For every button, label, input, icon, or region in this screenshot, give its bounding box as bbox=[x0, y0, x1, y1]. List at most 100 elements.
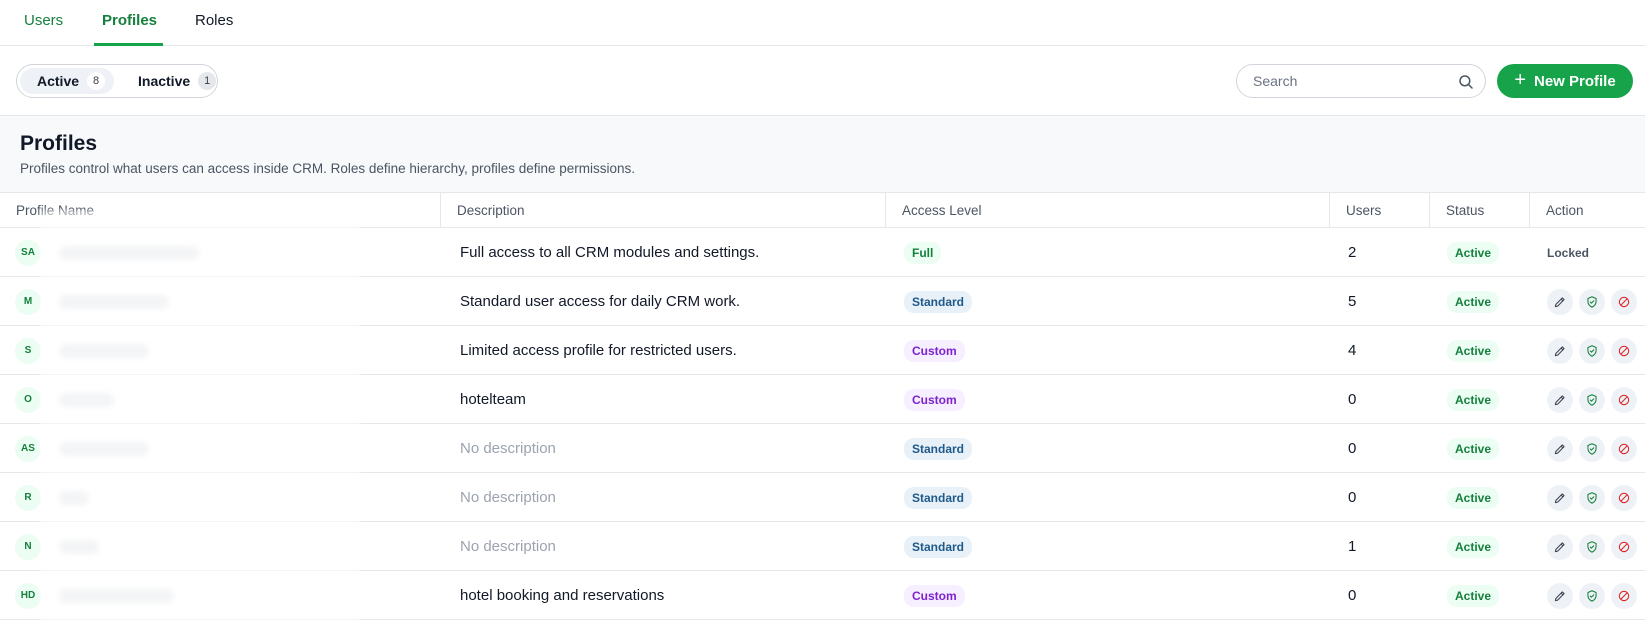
profile-name-cell: SA bbox=[0, 228, 441, 277]
avatar: S bbox=[15, 337, 41, 364]
ban-icon bbox=[1618, 541, 1630, 552]
permissions-button[interactable] bbox=[1579, 337, 1605, 364]
ban-icon bbox=[1618, 492, 1630, 503]
profile-name-cell: AS bbox=[0, 424, 441, 473]
header-status[interactable]: Status bbox=[1430, 193, 1530, 228]
filter-inactive-button[interactable]: Inactive 1 bbox=[121, 68, 217, 94]
search-box bbox=[1236, 64, 1486, 98]
shield-check-icon bbox=[1587, 491, 1597, 504]
status-badge: Active bbox=[1447, 290, 1500, 313]
table-row[interactable]: N No description Standard 1 Active bbox=[0, 522, 1645, 571]
access-level-badge: Standard bbox=[904, 290, 973, 313]
action-cell bbox=[1547, 277, 1645, 326]
header-description[interactable]: Description bbox=[441, 193, 886, 228]
users-count: 2 bbox=[1348, 244, 1357, 261]
edit-button[interactable] bbox=[1547, 484, 1573, 511]
filter-inactive-label: Inactive bbox=[138, 73, 191, 89]
search-icon[interactable] bbox=[1457, 73, 1475, 91]
description-text: Full access to all CRM modules and setti… bbox=[460, 244, 760, 261]
permissions-button[interactable] bbox=[1579, 582, 1605, 609]
avatar: HD bbox=[15, 582, 41, 609]
redacted-profile-name bbox=[59, 588, 174, 603]
search-input[interactable] bbox=[1253, 65, 1453, 97]
ban-icon bbox=[1618, 394, 1630, 405]
deactivate-button[interactable] bbox=[1611, 533, 1637, 560]
tab-users[interactable]: Users bbox=[16, 0, 71, 46]
table-row[interactable]: R No description Standard 0 Active bbox=[0, 473, 1645, 522]
users-cell: 0 bbox=[1348, 473, 1428, 522]
access-level-cell: Custom bbox=[904, 375, 1304, 424]
description-text: hotel booking and reservations bbox=[460, 587, 665, 604]
access-level-badge: Custom bbox=[904, 388, 965, 411]
status-badge: Active bbox=[1447, 437, 1500, 460]
deactivate-button[interactable] bbox=[1611, 484, 1637, 511]
redacted-profile-name bbox=[59, 343, 149, 358]
pencil-icon bbox=[1554, 590, 1565, 601]
permissions-button[interactable] bbox=[1579, 533, 1605, 560]
edit-button[interactable] bbox=[1547, 533, 1573, 560]
filter-active-button[interactable]: Active 8 bbox=[20, 68, 114, 94]
profiles-table: Profile Name Description Access Level Us… bbox=[0, 193, 1645, 620]
pencil-icon bbox=[1554, 541, 1565, 552]
users-cell: 4 bbox=[1348, 326, 1428, 375]
avatar: AS bbox=[15, 435, 41, 462]
deactivate-button[interactable] bbox=[1611, 582, 1637, 609]
new-profile-button[interactable]: + New Profile bbox=[1497, 64, 1633, 98]
access-level-badge: Custom bbox=[904, 584, 965, 607]
deactivate-button[interactable] bbox=[1611, 288, 1637, 315]
users-count: 4 bbox=[1348, 342, 1357, 359]
shield-check-icon bbox=[1587, 442, 1597, 455]
redacted-profile-name bbox=[59, 245, 199, 260]
deactivate-button[interactable] bbox=[1611, 435, 1637, 462]
permissions-button[interactable] bbox=[1579, 288, 1605, 315]
table-row[interactable]: SA Full access to all CRM modules and set… bbox=[0, 228, 1645, 277]
status-badge: Active bbox=[1447, 241, 1500, 264]
description-cell: Limited access profile for restricted us… bbox=[460, 326, 880, 375]
profile-name-cell: O bbox=[0, 375, 441, 424]
new-profile-label: New Profile bbox=[1534, 72, 1616, 90]
table-row[interactable]: Ohotelteam Custom 0 Active bbox=[0, 375, 1645, 424]
edit-button[interactable] bbox=[1547, 288, 1573, 315]
edit-button[interactable] bbox=[1547, 386, 1573, 413]
pencil-icon bbox=[1554, 394, 1565, 405]
edit-button[interactable] bbox=[1547, 435, 1573, 462]
permissions-button[interactable] bbox=[1579, 386, 1605, 413]
description-cell: hotelteam bbox=[460, 375, 880, 424]
redacted-profile-name bbox=[59, 490, 89, 505]
redacted-profile-name bbox=[59, 539, 99, 554]
users-count: 0 bbox=[1348, 587, 1357, 604]
header-users[interactable]: Users bbox=[1330, 193, 1430, 228]
table-row[interactable]: AS No description Standard 0 Active bbox=[0, 424, 1645, 473]
pencil-icon bbox=[1554, 296, 1565, 307]
action-cell bbox=[1547, 326, 1645, 375]
header-access-level[interactable]: Access Level bbox=[886, 193, 1330, 228]
edit-button[interactable] bbox=[1547, 582, 1573, 609]
tab-profiles[interactable]: Profiles bbox=[94, 0, 163, 46]
access-level-badge: Standard bbox=[904, 535, 973, 558]
table-row[interactable]: M Standard user access for daily CRM work… bbox=[0, 277, 1645, 326]
users-count: 0 bbox=[1348, 391, 1357, 408]
permissions-button[interactable] bbox=[1579, 435, 1605, 462]
header-profile-name[interactable]: Profile Name bbox=[0, 193, 441, 228]
users-cell: 0 bbox=[1348, 424, 1428, 473]
deactivate-button[interactable] bbox=[1611, 386, 1637, 413]
table-row[interactable]: S Limited access profile for restricted u… bbox=[0, 326, 1645, 375]
table-row[interactable]: HD hotel booking and reservations Custom 0 A… bbox=[0, 571, 1645, 620]
status-cell: Active bbox=[1447, 375, 1527, 424]
locked-label: Locked bbox=[1547, 245, 1590, 260]
permissions-button[interactable] bbox=[1579, 484, 1605, 511]
description-text: No description bbox=[460, 538, 556, 555]
deactivate-button[interactable] bbox=[1611, 337, 1637, 364]
tab-roles[interactable]: Roles bbox=[187, 0, 241, 46]
access-level-badge: Full bbox=[904, 241, 942, 264]
status-badge: Active bbox=[1447, 535, 1500, 558]
users-cell: 0 bbox=[1348, 375, 1428, 424]
shield-check-icon bbox=[1587, 540, 1597, 553]
shield-check-icon bbox=[1587, 589, 1597, 602]
avatar: M bbox=[15, 288, 41, 315]
users-count: 0 bbox=[1348, 440, 1357, 457]
page-title: Profiles bbox=[20, 132, 98, 155]
filter-inactive-count: 1 bbox=[198, 72, 217, 90]
edit-button[interactable] bbox=[1547, 337, 1573, 364]
users-cell: 0 bbox=[1348, 571, 1428, 620]
